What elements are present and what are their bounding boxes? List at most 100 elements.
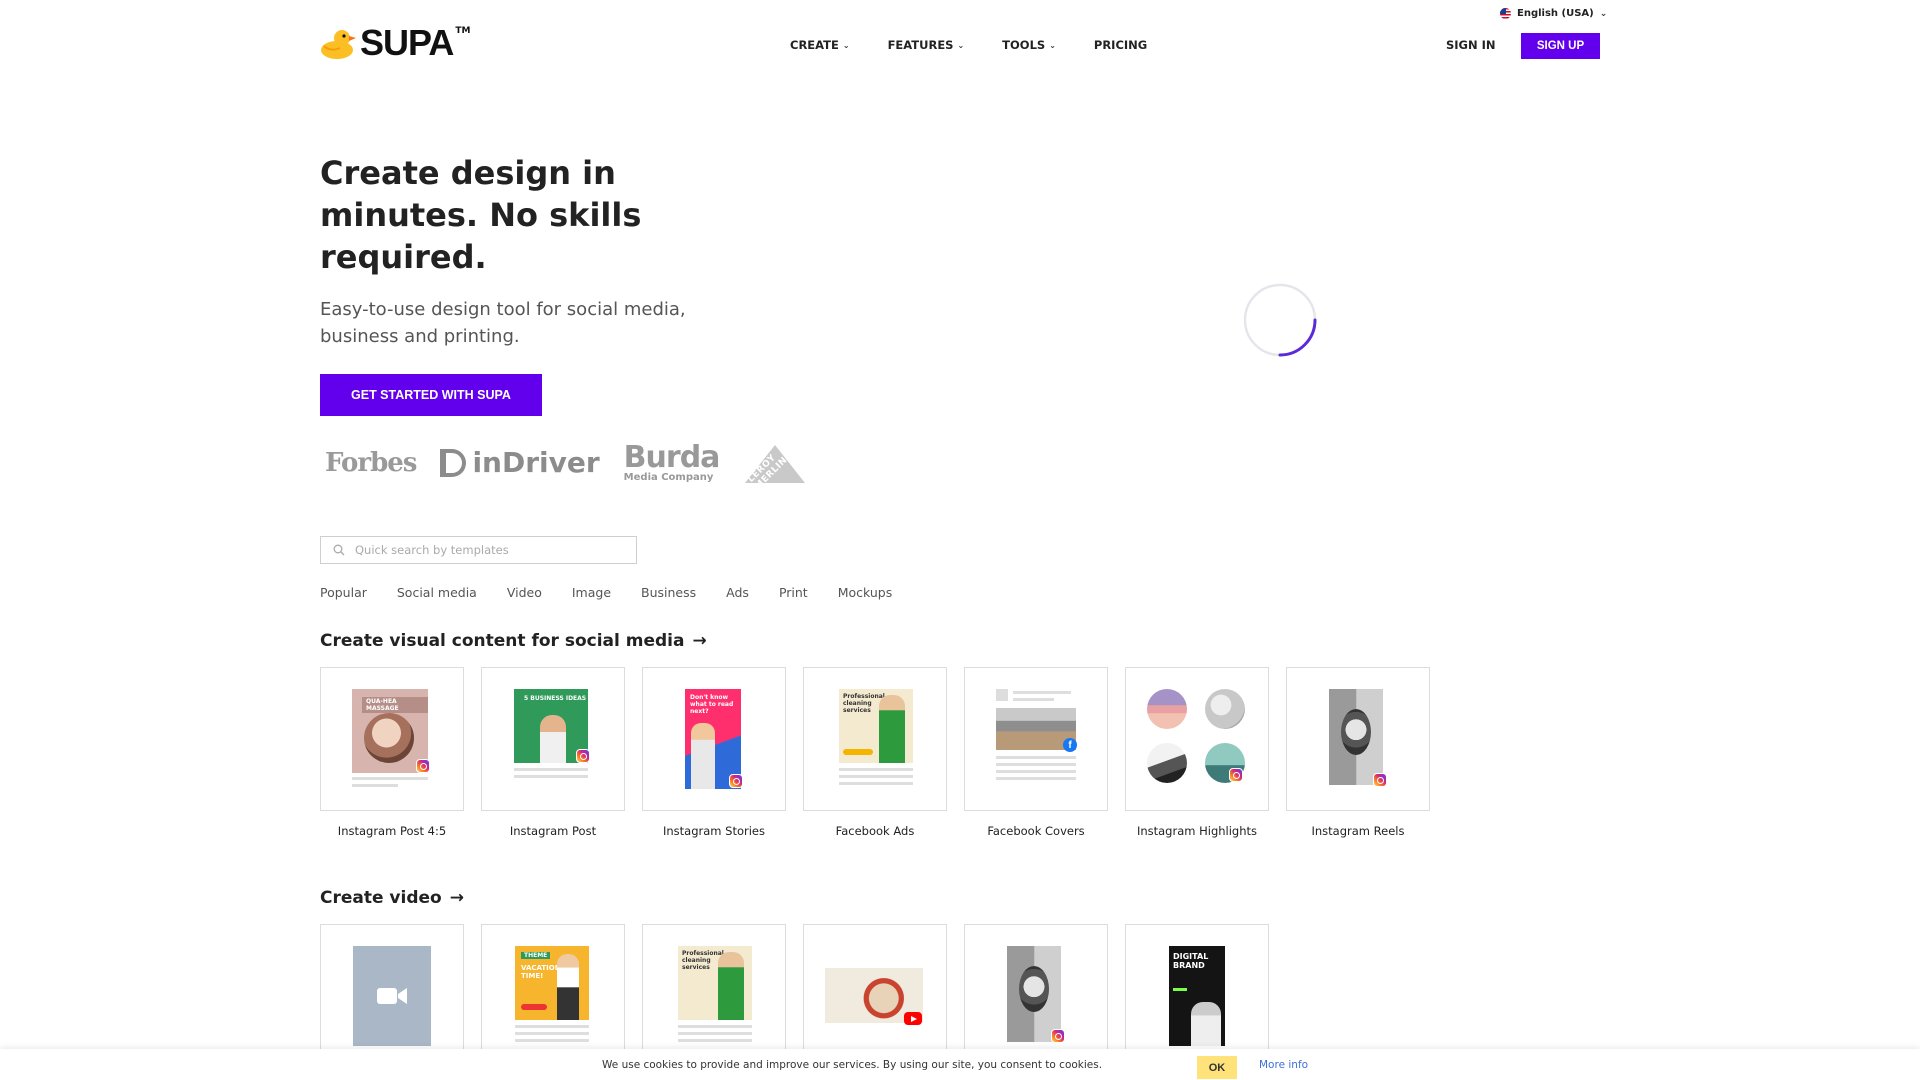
video-card-vacation[interactable]: THEME VACATION TIME! (481, 924, 625, 1068)
template-card-instagram-stories[interactable]: Don't know what to read next? Instagram … (642, 667, 786, 838)
client-logos: Forbes inDriver Burda Media Company LERO… (325, 439, 806, 491)
caption-placeholder (996, 756, 1076, 780)
woman-portrait-image (364, 713, 414, 763)
card-thumbnail (803, 924, 947, 1068)
cookie-text: We use cookies to provide and improve ou… (602, 1059, 1103, 1071)
cleaning-video-text: Professional cleaning services (682, 950, 724, 971)
woman-reading-image (691, 723, 715, 789)
chevron-down-icon: ⌄ (842, 40, 850, 50)
sign-in-link[interactable]: SIGN IN (1446, 38, 1496, 52)
video-camera-icon (377, 988, 407, 1004)
cleaner-image (718, 952, 744, 1020)
business-ideas-text: 5 BUSINESS IDEAS (524, 695, 587, 702)
tab-ads[interactable]: Ads (726, 585, 749, 600)
social-cards: QUA-HEA MASSAGE Instagram Post 4:5 5 BUS… (320, 667, 1430, 838)
nav-features[interactable]: FEATURES ⌄ (888, 38, 965, 52)
highlight-sunset-image (1147, 689, 1187, 729)
logo[interactable]: SUPA TM (320, 25, 470, 61)
video-card-youtube[interactable] (803, 924, 947, 1068)
video-card-reels[interactable] (964, 924, 1108, 1068)
nav-tools[interactable]: TOOLS ⌄ (1002, 38, 1056, 52)
search-input[interactable] (355, 543, 615, 557)
traveler-image (557, 954, 579, 1020)
card-thumbnail: THEME VACATION TIME! (481, 924, 625, 1068)
video-card-blank[interactable] (320, 924, 464, 1068)
video-card-digital-brand[interactable]: DIGITAL BRAND (1125, 924, 1269, 1068)
video-card-cleaning[interactable]: Professional cleaning services (642, 924, 786, 1068)
instagram-icon (416, 759, 430, 773)
indriver-logo: inDriver (440, 446, 600, 479)
tab-print[interactable]: Print (779, 585, 808, 600)
get-started-button[interactable]: GET STARTED WITH SUPA (320, 374, 542, 416)
nav-pricing[interactable]: PRICING (1094, 38, 1147, 52)
sign-up-button[interactable]: SIGN UP (1521, 33, 1600, 59)
cookie-more-info-link[interactable]: More info (1259, 1059, 1308, 1071)
instagram-icon (1373, 773, 1387, 787)
youtube-icon (904, 1012, 922, 1025)
cookie-banner: We use cookies to provide and improve ou… (0, 1049, 1920, 1080)
forbes-logo: Forbes (325, 447, 417, 478)
reels-video-image (1007, 946, 1061, 1042)
face-image (1019, 966, 1049, 1012)
video-section-title-text: Create video (320, 888, 442, 908)
vacation-template-image: THEME VACATION TIME! (515, 946, 589, 1020)
accent-bar (1173, 988, 1187, 991)
highlight-snow-image (1205, 689, 1245, 729)
caption-placeholder (352, 777, 428, 787)
card-thumbnail: DIGITAL BRAND (1125, 924, 1269, 1068)
hero-subtitle: Easy-to-use design tool for social media… (320, 299, 686, 347)
category-tabs: Popular Social media Video Image Busines… (320, 585, 892, 600)
person-image (1191, 1002, 1221, 1046)
reels-portrait-image (1329, 689, 1383, 785)
card-thumbnail: QUA-HEA MASSAGE (320, 667, 464, 811)
card-thumbnail: Professional cleaning services (803, 667, 947, 811)
tab-popular[interactable]: Popular (320, 585, 367, 600)
tab-video[interactable]: Video (507, 585, 542, 600)
nav-features-label: FEATURES (887, 38, 954, 52)
video-section-title[interactable]: Create video → (320, 888, 464, 908)
social-section-title-text: Create visual content for social media (320, 631, 685, 651)
language-selector[interactable]: English (USA) ⌄ (1500, 8, 1607, 19)
template-card-instagram-post-4-5[interactable]: QUA-HEA MASSAGE Instagram Post 4:5 (320, 667, 464, 838)
template-card-facebook-covers[interactable]: f Facebook Covers (964, 667, 1108, 838)
facebook-icon: f (1063, 738, 1077, 752)
card-thumbnail (1286, 667, 1430, 811)
man-portrait-image (540, 715, 566, 763)
language-label: English (USA) (1517, 8, 1594, 19)
card-thumbnail: Professional cleaning services (642, 924, 786, 1068)
avatar-placeholder (996, 689, 1008, 701)
nav-pricing-label: PRICING (1093, 38, 1148, 52)
template-card-instagram-post[interactable]: 5 BUSINESS IDEAS Instagram Post (481, 667, 625, 838)
tab-social-media[interactable]: Social media (397, 585, 477, 600)
template-card-instagram-reels[interactable]: Instagram Reels (1286, 667, 1430, 838)
template-search[interactable] (320, 536, 637, 564)
tab-business[interactable]: Business (641, 585, 696, 600)
tab-mockups[interactable]: Mockups (838, 585, 893, 600)
card-thumbnail (1125, 667, 1269, 811)
card-label: Facebook Ads (835, 824, 915, 838)
cookie-ok-button[interactable]: OK (1197, 1056, 1237, 1079)
us-flag-icon (1500, 8, 1511, 19)
template-card-facebook-ads[interactable]: Professional cleaning services Facebook … (803, 667, 947, 838)
highlight-mountain-image (1147, 743, 1187, 783)
search-icon (333, 544, 345, 556)
vacation-tag: THEME (521, 952, 551, 959)
nav-create-label: CREATE (790, 38, 839, 52)
face-image (1341, 709, 1371, 755)
burda-subtitle: Media Company (623, 471, 714, 483)
card-thumbnail: 5 BUSINESS IDEAS (481, 667, 625, 811)
instagram-icon (576, 749, 590, 763)
massage-template-text: QUA-HEA MASSAGE (362, 697, 428, 713)
caption-placeholder (514, 768, 588, 778)
cleaner-image (879, 695, 905, 763)
template-card-instagram-highlights[interactable]: Instagram Highlights (1125, 667, 1269, 838)
tab-image[interactable]: Image (572, 585, 611, 600)
burda-wordmark: Burda (623, 439, 721, 475)
arrow-right-icon: → (449, 888, 464, 908)
duck-icon (321, 30, 356, 59)
card-label: Instagram Post (509, 824, 597, 838)
arrow-right-icon: → (692, 631, 707, 651)
nav-create[interactable]: CREATE ⌄ (790, 38, 850, 52)
caption-placeholder (839, 768, 913, 785)
social-section-title[interactable]: Create visual content for social media → (320, 631, 707, 651)
